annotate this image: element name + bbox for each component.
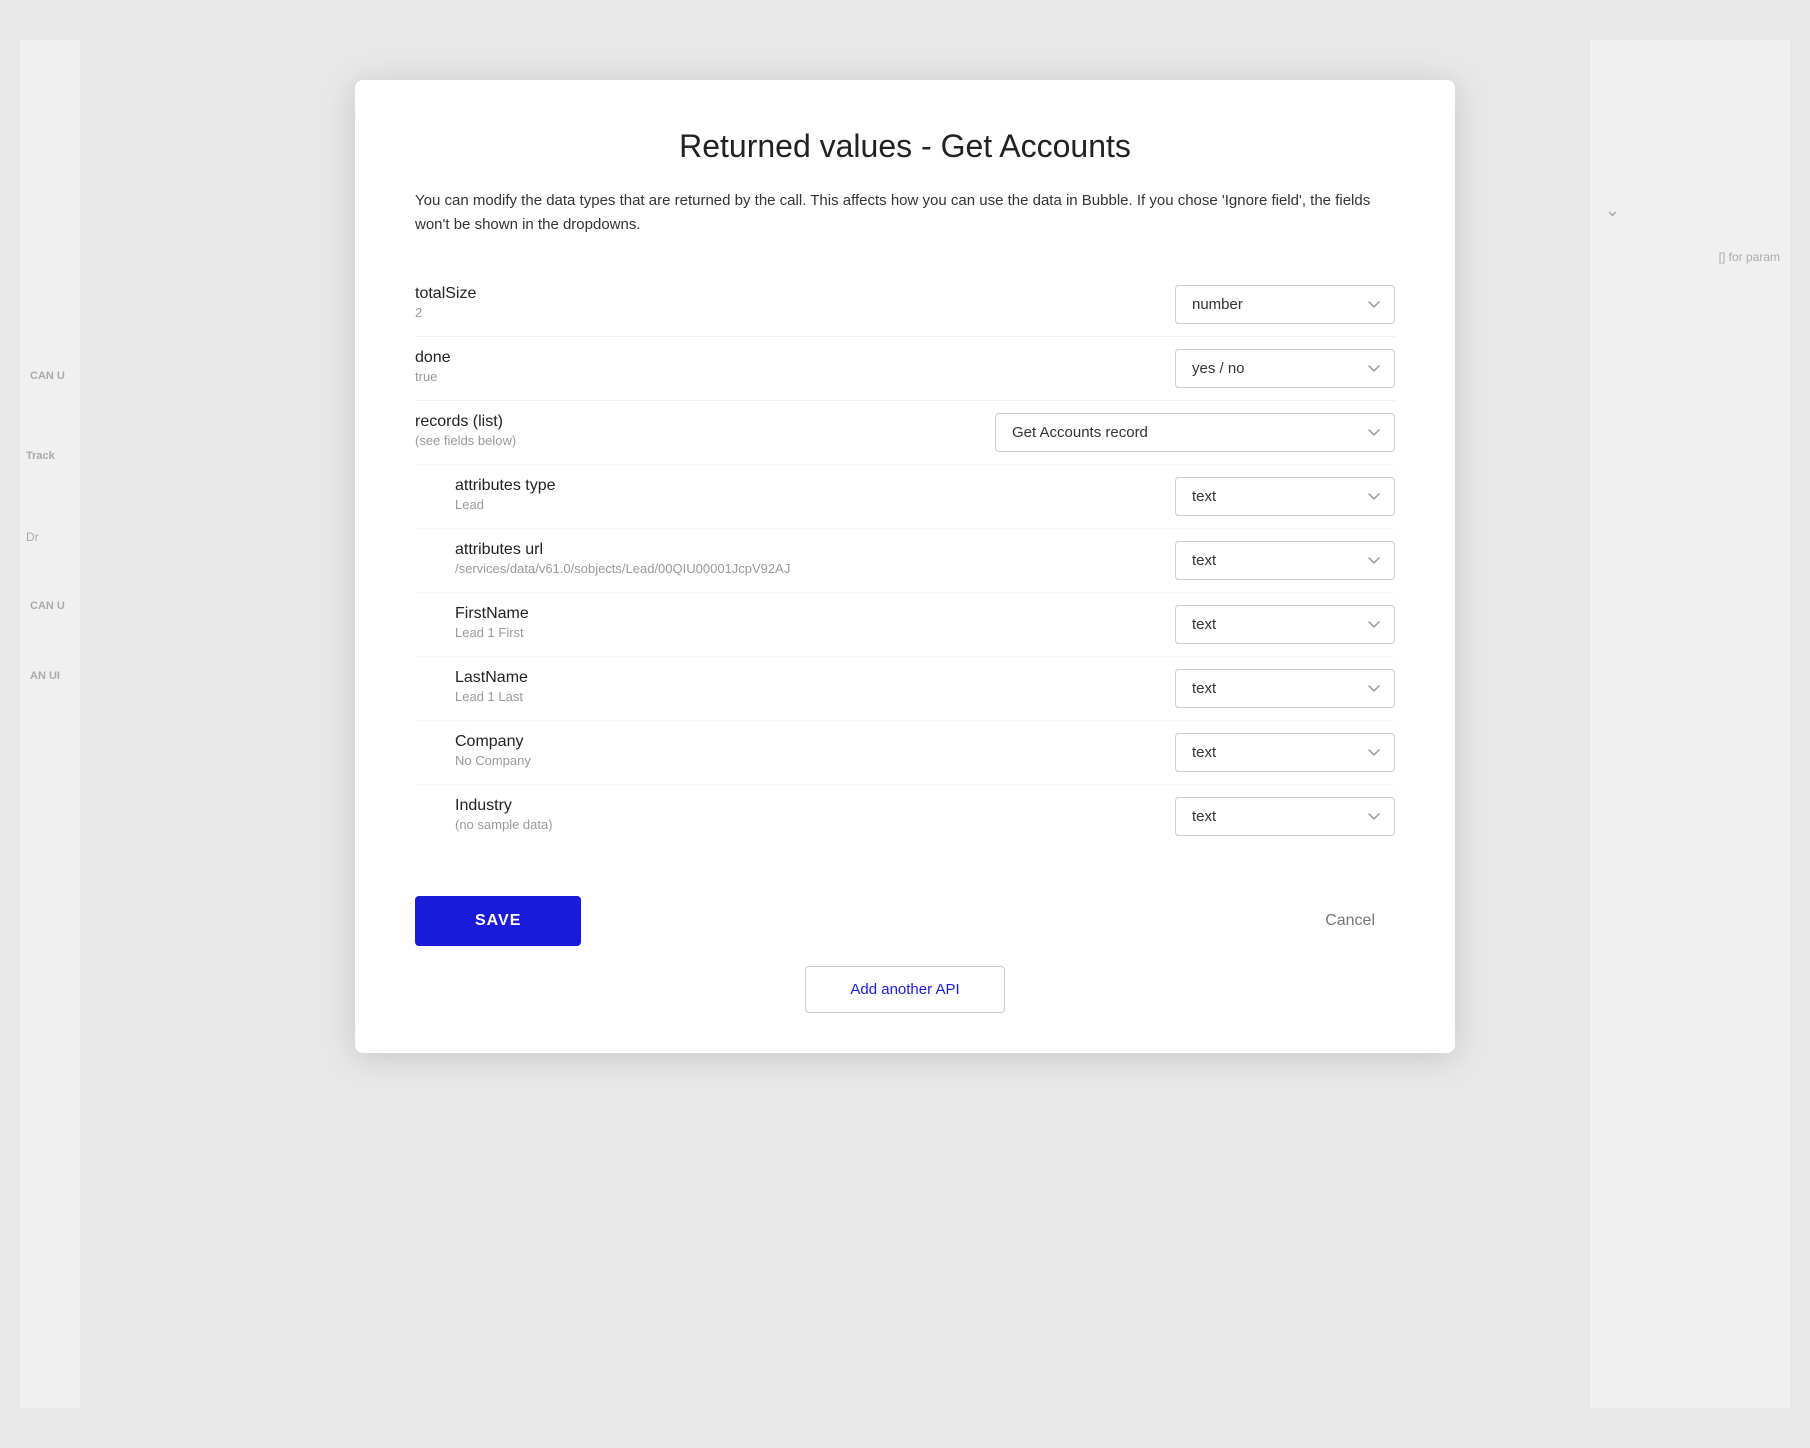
field-row-done: done true yes / no text number ignore fi… [415,336,1395,400]
subfield-label-industry: Industry (no sample data) [455,797,755,832]
subfield-row-attributes-url: attributes url /services/data/v61.0/sobj… [415,528,1395,592]
modal-title: Returned values - Get Accounts [415,128,1395,165]
subfield-sub-company: No Company [455,753,755,768]
subfield-label-company: Company No Company [455,733,755,768]
field-name-done: done [415,349,715,367]
cancel-button[interactable]: Cancel [1305,896,1395,946]
left-track-label: Track [26,450,55,462]
chevron-down-icon: ⌄ [1605,200,1620,221]
subfield-sub-firstname: Lead 1 First [455,625,755,640]
field-row-records: records (list) (see fields below) Get Ac… [415,400,1395,464]
subfield-row-industry: Industry (no sample data) text number ye… [415,784,1395,848]
subfield-sub-attributes-url: /services/data/v61.0/sobjects/Lead/00QIU… [455,561,790,576]
field-select-records[interactable]: Get Accounts record text ignore field [995,413,1395,452]
subfield-sub-industry: (no sample data) [455,817,755,832]
field-label-done: done true [415,349,715,384]
subfield-name-industry: Industry [455,797,755,815]
field-label-totalsize: totalSize 2 [415,285,715,320]
subfield-name-attributes-type: attributes type [455,477,755,495]
subfield-name-attributes-url: attributes url [455,541,790,559]
modal-dialog: Returned values - Get Accounts You can m… [355,80,1455,1053]
add-api-button[interactable]: Add another API [805,966,1005,1013]
subfield-select-company[interactable]: text number yes / no ignore field [1175,733,1395,772]
field-sub-done: true [415,369,715,384]
field-sub-totalsize: 2 [415,305,715,320]
subfield-select-industry[interactable]: text number yes / no ignore field [1175,797,1395,836]
subfield-row-lastname: LastName Lead 1 Last text number yes / n… [415,656,1395,720]
subfield-name-firstname: FirstName [455,605,755,623]
modal-actions: SAVE Cancel [415,884,1395,946]
save-button[interactable]: SAVE [415,896,581,946]
subfield-name-lastname: LastName [455,669,755,687]
field-sub-records: (see fields below) [415,433,715,448]
field-row-totalsize: totalSize 2 number text yes / no ignore … [415,273,1395,336]
subfield-select-firstname[interactable]: text number yes / no ignore field [1175,605,1395,644]
subfield-name-company: Company [455,733,755,751]
subfield-label-attributes-type: attributes type Lead [455,477,755,512]
subfield-sub-attributes-type: Lead [455,497,755,512]
subfield-row-firstname: FirstName Lead 1 First text number yes /… [415,592,1395,656]
subfield-sub-lastname: Lead 1 Last [455,689,755,704]
subfield-select-lastname[interactable]: text number yes / no ignore field [1175,669,1395,708]
field-name-records: records (list) [415,413,715,431]
left-dr-label: Dr [26,530,39,544]
right-sidebar-bg [1590,40,1790,1408]
left-can-label-1: CAN U [30,370,65,382]
subfield-row-attributes-type: attributes type Lead text number yes / n… [415,464,1395,528]
left-an-ul-label: AN UI [30,670,60,682]
subfield-select-attributes-type[interactable]: text number yes / no ignore field [1175,477,1395,516]
subfield-row-company: Company No Company text number yes / no … [415,720,1395,784]
modal-overlay: CAN U Track Dr CAN U AN UI ⌄ [] for para… [20,40,1790,1408]
subfield-select-attributes-url[interactable]: text number yes / no ignore field [1175,541,1395,580]
field-label-records: records (list) (see fields below) [415,413,715,448]
field-name-totalsize: totalSize [415,285,715,303]
left-can-label-2: CAN U [30,600,65,612]
subfield-label-firstname: FirstName Lead 1 First [455,605,755,640]
param-hint: [] for param [1719,250,1780,264]
field-select-totalsize[interactable]: number text yes / no ignore field [1175,285,1395,324]
modal-description: You can modify the data types that are r… [415,189,1395,237]
subfield-label-attributes-url: attributes url /services/data/v61.0/sobj… [455,541,790,576]
field-select-done[interactable]: yes / no text number ignore field [1175,349,1395,388]
subfield-label-lastname: LastName Lead 1 Last [455,669,755,704]
left-sidebar-bg [20,40,80,1408]
